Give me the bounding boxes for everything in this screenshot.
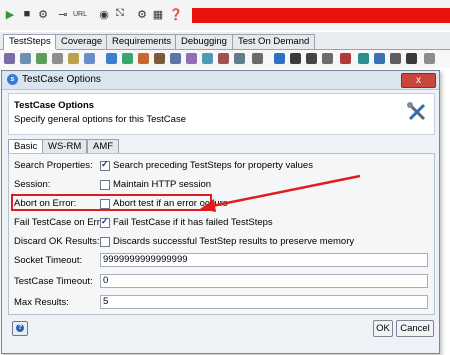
delay-step-icon[interactable] — [170, 53, 181, 64]
annotation-highlight-box — [11, 194, 212, 211]
tools-icon[interactable] — [290, 53, 301, 64]
teststep-icon-bar — [0, 50, 450, 68]
annotation-arrow — [200, 174, 361, 212]
settings-icon[interactable]: ⚙ — [37, 8, 49, 21]
transfer-step-icon[interactable] — [84, 53, 95, 64]
more-icon[interactable] — [424, 53, 435, 64]
tab-ws-rm[interactable]: WS-RM — [42, 139, 88, 153]
manual-step-icon[interactable] — [202, 53, 213, 64]
grid-icon[interactable]: ▦ — [152, 8, 164, 21]
record-icon[interactable]: ◉ — [98, 8, 110, 21]
socket-timeout-input[interactable]: 9999999999999999 — [100, 253, 428, 267]
fail-on-error-checkbox[interactable] — [100, 216, 110, 228]
url-label[interactable]: URL — [70, 8, 90, 20]
tab-bar: TestSteps Coverage Requirements Debuggin… — [0, 32, 450, 50]
monitor-icon[interactable] — [390, 53, 401, 64]
app-logo-icon: s — [7, 74, 18, 85]
mock-response-icon[interactable] — [186, 53, 197, 64]
session-label: Session: — [14, 179, 51, 190]
fail-on-error-text: Fail TestCase if it has failed TestSteps — [113, 217, 273, 228]
cancel-button[interactable]: Cancel — [396, 320, 434, 337]
tab-test-on-demand[interactable]: Test On Demand — [232, 34, 316, 49]
amf-step-icon[interactable] — [68, 53, 79, 64]
star-icon[interactable] — [274, 53, 285, 64]
datasource-icon[interactable] — [234, 53, 245, 64]
discard-ok-checkbox[interactable] — [100, 237, 110, 247]
tab-teststeps[interactable]: TestSteps — [3, 34, 57, 50]
search-properties-label: Search Properties: — [14, 160, 93, 171]
search-properties-text: Search preceding TestSteps for property … — [113, 160, 313, 171]
discard-ok-label: Discard OK Results: — [14, 236, 100, 247]
stop-icon[interactable]: ■ — [21, 8, 33, 20]
report-icon[interactable] — [340, 53, 351, 64]
tab-basic[interactable]: Basic — [8, 139, 44, 153]
progress-bar — [192, 8, 450, 23]
tab-coverage[interactable]: Coverage — [55, 34, 109, 49]
socket-timeout-label: Socket Timeout: — [14, 255, 83, 266]
run-icon[interactable]: ▶ — [4, 8, 16, 21]
search-icon[interactable] — [322, 53, 333, 64]
close-button[interactable]: x — [401, 73, 436, 88]
key-icon[interactable]: ⊸ — [57, 8, 69, 21]
shield-icon[interactable]: ⛞ — [114, 7, 126, 20]
http-step-icon[interactable] — [36, 53, 47, 64]
options-icon[interactable] — [252, 53, 263, 64]
soap-step-icon[interactable] — [4, 53, 15, 64]
tab-requirements[interactable]: Requirements — [106, 34, 178, 49]
export-icon[interactable] — [406, 53, 417, 64]
max-results-label: Max Results: — [14, 297, 69, 308]
help-icon[interactable]: ❓ — [169, 8, 183, 21]
loadtest-icon[interactable] — [358, 53, 369, 64]
dialog-title: TestCase Options — [22, 74, 101, 85]
groovy-step-icon[interactable] — [106, 53, 117, 64]
run-testcase-icon[interactable] — [154, 53, 165, 64]
tab-amf[interactable]: AMF — [87, 139, 120, 153]
session-checkbox[interactable] — [100, 180, 110, 190]
conditional-goto-icon[interactable] — [138, 53, 149, 64]
fail-on-error-label: Fail TestCase on Error: — [14, 217, 111, 228]
dialog-header: TestCase Options Specify general options… — [8, 93, 435, 135]
ok-button[interactable]: OK — [373, 320, 393, 337]
jms-step-icon[interactable] — [218, 53, 229, 64]
main-toolbar: ▶ ■ ⚙ ⊸ URL ◉ ⛞ ⚙ ▦ ❓ — [0, 0, 450, 30]
help-button[interactable]: ? — [12, 321, 28, 336]
tools-icon — [407, 102, 426, 121]
security-icon[interactable] — [374, 53, 385, 64]
jdbc-step-icon[interactable] — [52, 53, 63, 64]
header-subtitle: Specify general options for this TestCas… — [14, 114, 186, 125]
rest-step-icon[interactable] — [20, 53, 31, 64]
header-title: TestCase Options — [14, 100, 95, 111]
testcase-timeout-input[interactable]: 0 — [100, 274, 428, 288]
testcase-timeout-label: TestCase Timeout: — [14, 276, 93, 287]
properties-step-icon[interactable] — [122, 53, 133, 64]
gear-icon[interactable]: ⚙ — [136, 8, 148, 21]
help-icon: ? — [16, 324, 24, 332]
max-results-input[interactable]: 5 — [100, 295, 428, 309]
session-text: Maintain HTTP session — [113, 179, 212, 190]
discard-ok-text: Discards successful TestStep results to … — [113, 236, 355, 247]
clock-icon[interactable] — [306, 53, 317, 64]
dialog-titlebar: s TestCase Options x — [2, 71, 439, 90]
tab-debugging[interactable]: Debugging — [175, 34, 233, 49]
search-properties-checkbox[interactable] — [100, 159, 110, 171]
